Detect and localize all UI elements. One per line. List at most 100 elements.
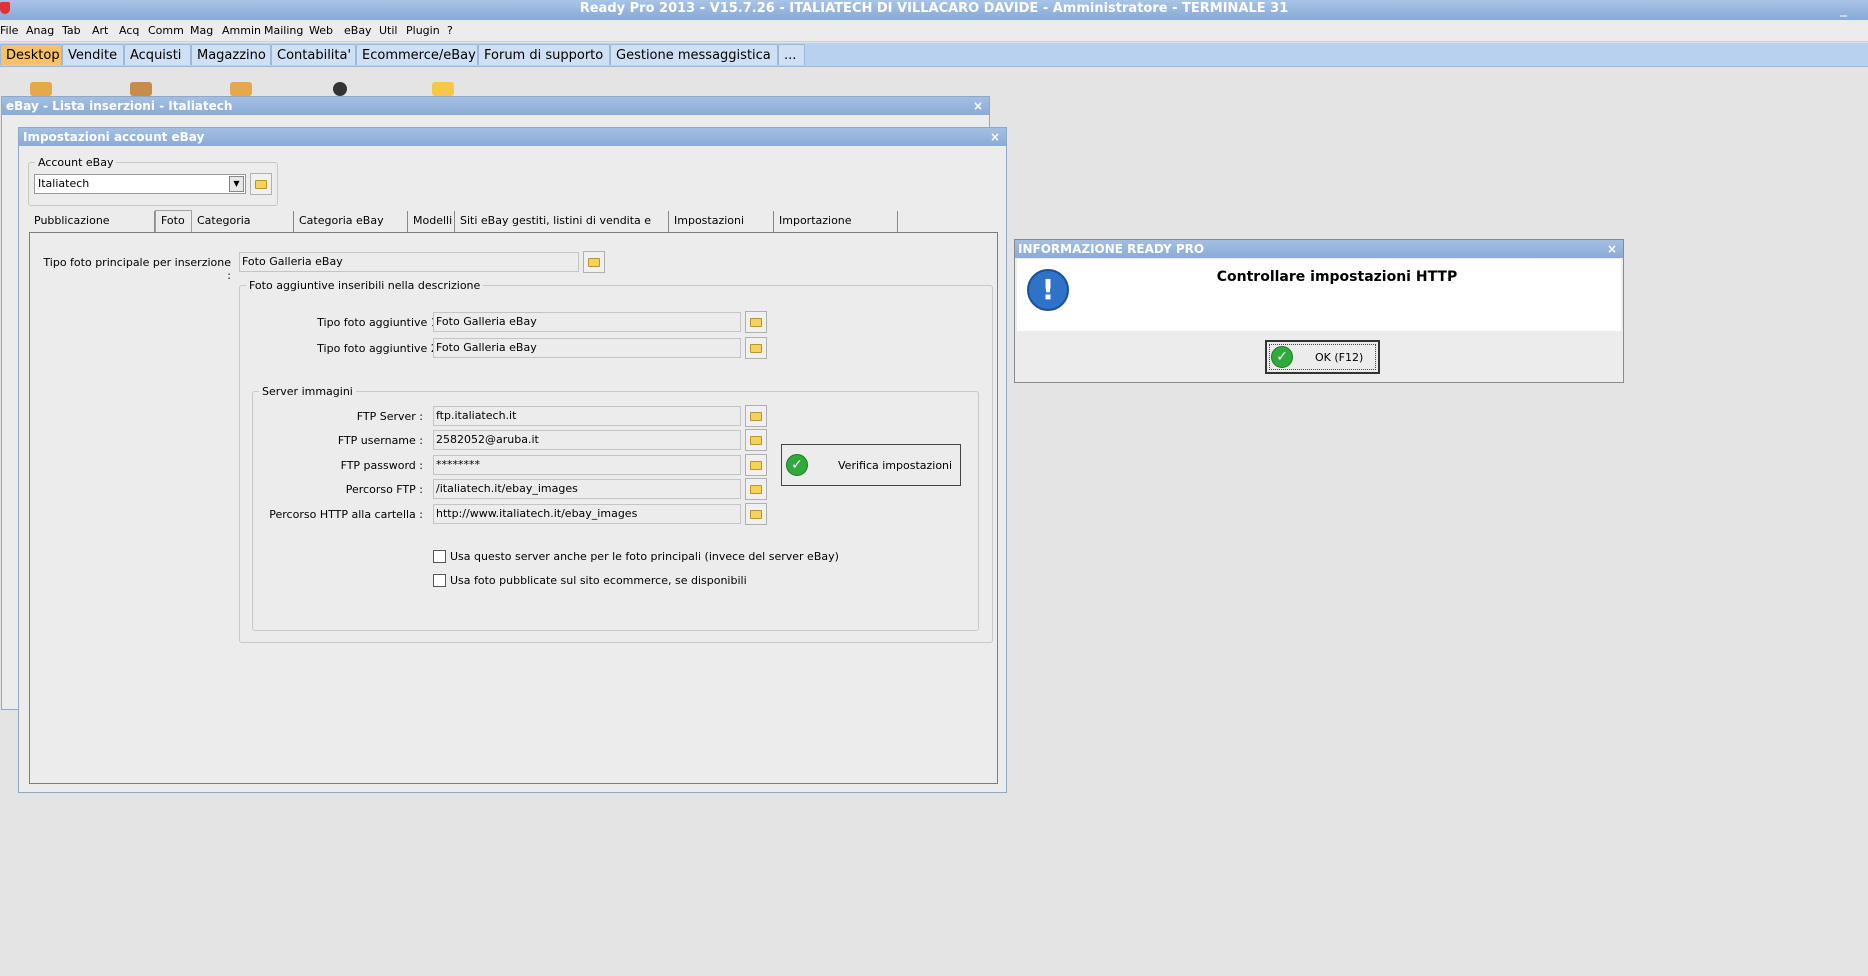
tab-vendite[interactable]: Vendite bbox=[62, 44, 124, 65]
dialog-message-area: Controllare impostazioni HTTP ! bbox=[1017, 259, 1621, 331]
extra-photo-1-label: Tipo foto aggiuntive 1 : bbox=[317, 316, 445, 329]
menu-tab[interactable]: Tab bbox=[62, 24, 81, 37]
checkmark-icon: ✓ bbox=[1271, 346, 1293, 368]
folder-icon bbox=[255, 180, 267, 189]
desktop-shortcut-icon[interactable] bbox=[30, 82, 52, 96]
app-title: Ready Pro 2013 - V15.7.26 - ITALIATECH D… bbox=[579, 1, 1289, 16]
module-tab-bar: Desktop Vendite Acquisti Magazzino Conta… bbox=[0, 43, 1868, 67]
image-server-group-label: Server immagini bbox=[262, 385, 353, 398]
tab-magazzino[interactable]: Magazzino bbox=[191, 44, 271, 65]
checkmark-icon: ✓ bbox=[786, 454, 808, 476]
folder-icon bbox=[750, 510, 762, 519]
account-select[interactable]: Italiatech ▼ bbox=[34, 174, 246, 194]
folder-icon bbox=[750, 485, 762, 494]
dialog-title: INFORMAZIONE READY PRO bbox=[1018, 242, 1205, 256]
tab-contabilita[interactable]: Contabilita' bbox=[271, 44, 356, 65]
menu-ammin[interactable]: Ammin bbox=[222, 24, 261, 37]
chevron-down-icon[interactable]: ▼ bbox=[229, 176, 244, 192]
tab-pubblicazione-inserzioni[interactable]: Pubblicazione inserzioni bbox=[29, 211, 155, 247]
menu-anag[interactable]: Anag bbox=[26, 24, 54, 37]
folder-icon bbox=[750, 344, 762, 353]
tab-ecommerce-ebay[interactable]: Ecommerce/eBay bbox=[356, 44, 478, 65]
tab-foto[interactable]: Foto bbox=[155, 210, 192, 233]
http-path-field[interactable]: http://www.italiatech.it/ebay_images bbox=[433, 504, 741, 524]
window-title-bar: Impostazioni account eBay × bbox=[19, 128, 1006, 146]
ok-button-label: OK (F12) bbox=[1315, 351, 1364, 364]
tab-impostazioni-ordini[interactable]: Impostazioni ordini bbox=[669, 211, 774, 247]
main-photo-folder-button[interactable] bbox=[583, 251, 605, 273]
menu-bar: File Anag Tab Art Acq Comm Mag Ammin Mai… bbox=[0, 20, 1868, 42]
use-ecommerce-photos-checkbox[interactable] bbox=[433, 574, 446, 587]
tab-more[interactable]: ... bbox=[778, 44, 805, 65]
menu-plugin[interactable]: Plugin bbox=[406, 24, 440, 37]
ftp-path-folder-button[interactable] bbox=[745, 478, 767, 500]
use-ecommerce-photos-label: Usa foto pubblicate sul sito ecommerce, … bbox=[450, 574, 747, 587]
tab-forum[interactable]: Forum di supporto bbox=[478, 44, 610, 65]
menu-comm[interactable]: Comm bbox=[148, 24, 184, 37]
information-dialog: INFORMAZIONE READY PRO × Controllare imp… bbox=[1014, 239, 1624, 383]
ftp-password-field[interactable]: ******** bbox=[433, 455, 741, 475]
menu-web[interactable]: Web bbox=[309, 24, 333, 37]
window-title: Impostazioni account eBay bbox=[23, 130, 205, 144]
account-group-label: Account eBay bbox=[38, 156, 114, 169]
extra-photo-1-folder-button[interactable] bbox=[745, 311, 767, 333]
exclamation-icon: ! bbox=[1027, 269, 1069, 311]
verify-settings-button[interactable]: ✓ Verifica impostazioni bbox=[781, 444, 961, 486]
use-server-main-photos-checkbox[interactable] bbox=[433, 550, 446, 563]
minimize-icon[interactable]: _ bbox=[1840, 2, 1854, 16]
menu-file[interactable]: File bbox=[0, 24, 18, 37]
tab-messaggistica[interactable]: Gestione messaggistica bbox=[610, 44, 778, 65]
ftp-server-label: FTP Server : bbox=[356, 410, 423, 423]
ftp-server-folder-button[interactable] bbox=[745, 405, 767, 427]
ftp-path-label: Percorso FTP : bbox=[345, 483, 423, 496]
close-icon[interactable]: × bbox=[973, 97, 983, 115]
main-photo-field[interactable]: Foto Galleria eBay bbox=[239, 252, 579, 272]
app-logo-icon bbox=[0, 2, 10, 14]
account-select-value: Italiatech bbox=[38, 177, 90, 190]
ftp-path-field[interactable]: /italiatech.it/ebay_images bbox=[433, 479, 741, 499]
verify-settings-label: Verifica impostazioni bbox=[838, 459, 953, 472]
folder-icon bbox=[750, 412, 762, 421]
desktop-shortcut-icon[interactable] bbox=[230, 82, 252, 96]
close-icon[interactable]: × bbox=[1607, 240, 1617, 258]
app-title-bar: Ready Pro 2013 - V15.7.26 - ITALIATECH D… bbox=[0, 0, 1868, 20]
tab-acquisti[interactable]: Acquisti bbox=[124, 44, 191, 65]
tab-categoria-primaria[interactable]: Categoria primaria bbox=[192, 211, 294, 247]
tab-importazione-feedback[interactable]: Importazione feedback bbox=[774, 211, 898, 247]
folder-icon bbox=[750, 436, 762, 445]
menu-acq[interactable]: Acq bbox=[119, 24, 139, 37]
http-path-label: Percorso HTTP alla cartella : bbox=[269, 508, 423, 521]
ok-button[interactable]: ✓ OK (F12) bbox=[1265, 340, 1380, 374]
tab-siti-ebay[interactable]: Siti eBay gestiti, listini di vendita e … bbox=[455, 211, 669, 247]
folder-icon bbox=[750, 461, 762, 470]
extra-photo-2-folder-button[interactable] bbox=[745, 337, 767, 359]
desktop-shortcut-icon[interactable] bbox=[333, 82, 347, 96]
extra-photo-1-field[interactable]: Foto Galleria eBay bbox=[433, 312, 741, 332]
ftp-username-field[interactable]: 2582052@aruba.it bbox=[433, 430, 741, 450]
menu-ebay[interactable]: eBay bbox=[344, 24, 372, 37]
window-title-bar: eBay - Lista inserzioni - Italiatech × bbox=[2, 97, 989, 115]
extra-photo-2-field[interactable]: Foto Galleria eBay bbox=[433, 338, 741, 358]
extra-photos-group-label: Foto aggiuntive inseribili nella descriz… bbox=[249, 279, 481, 292]
account-folder-button[interactable] bbox=[250, 173, 272, 195]
desktop-shortcut-icon[interactable] bbox=[432, 82, 454, 96]
ftp-username-folder-button[interactable] bbox=[745, 429, 767, 451]
dialog-title-bar: INFORMAZIONE READY PRO × bbox=[1015, 240, 1623, 258]
menu-util[interactable]: Util bbox=[379, 24, 397, 37]
tab-categoria-ebay-store[interactable]: Categoria eBay store bbox=[294, 211, 408, 247]
menu-mag[interactable]: Mag bbox=[190, 24, 213, 37]
folder-icon bbox=[750, 318, 762, 327]
tab-modelli[interactable]: Modelli bbox=[408, 211, 455, 232]
menu-help[interactable]: ? bbox=[447, 24, 453, 37]
desktop-shortcut-icon[interactable] bbox=[130, 82, 152, 96]
menu-art[interactable]: Art bbox=[92, 24, 108, 37]
ftp-password-label: FTP password : bbox=[340, 459, 423, 472]
close-icon[interactable]: × bbox=[990, 128, 1000, 146]
ftp-password-folder-button[interactable] bbox=[745, 454, 767, 476]
menu-mailing[interactable]: Mailing bbox=[264, 24, 303, 37]
http-path-folder-button[interactable] bbox=[745, 503, 767, 525]
tab-desktop[interactable]: Desktop bbox=[0, 44, 62, 65]
use-server-main-photos-label: Usa questo server anche per le foto prin… bbox=[450, 550, 839, 563]
ftp-server-field[interactable]: ftp.italiatech.it bbox=[433, 406, 741, 426]
ebay-account-settings-window: Impostazioni account eBay × Account eBay… bbox=[18, 127, 1007, 793]
